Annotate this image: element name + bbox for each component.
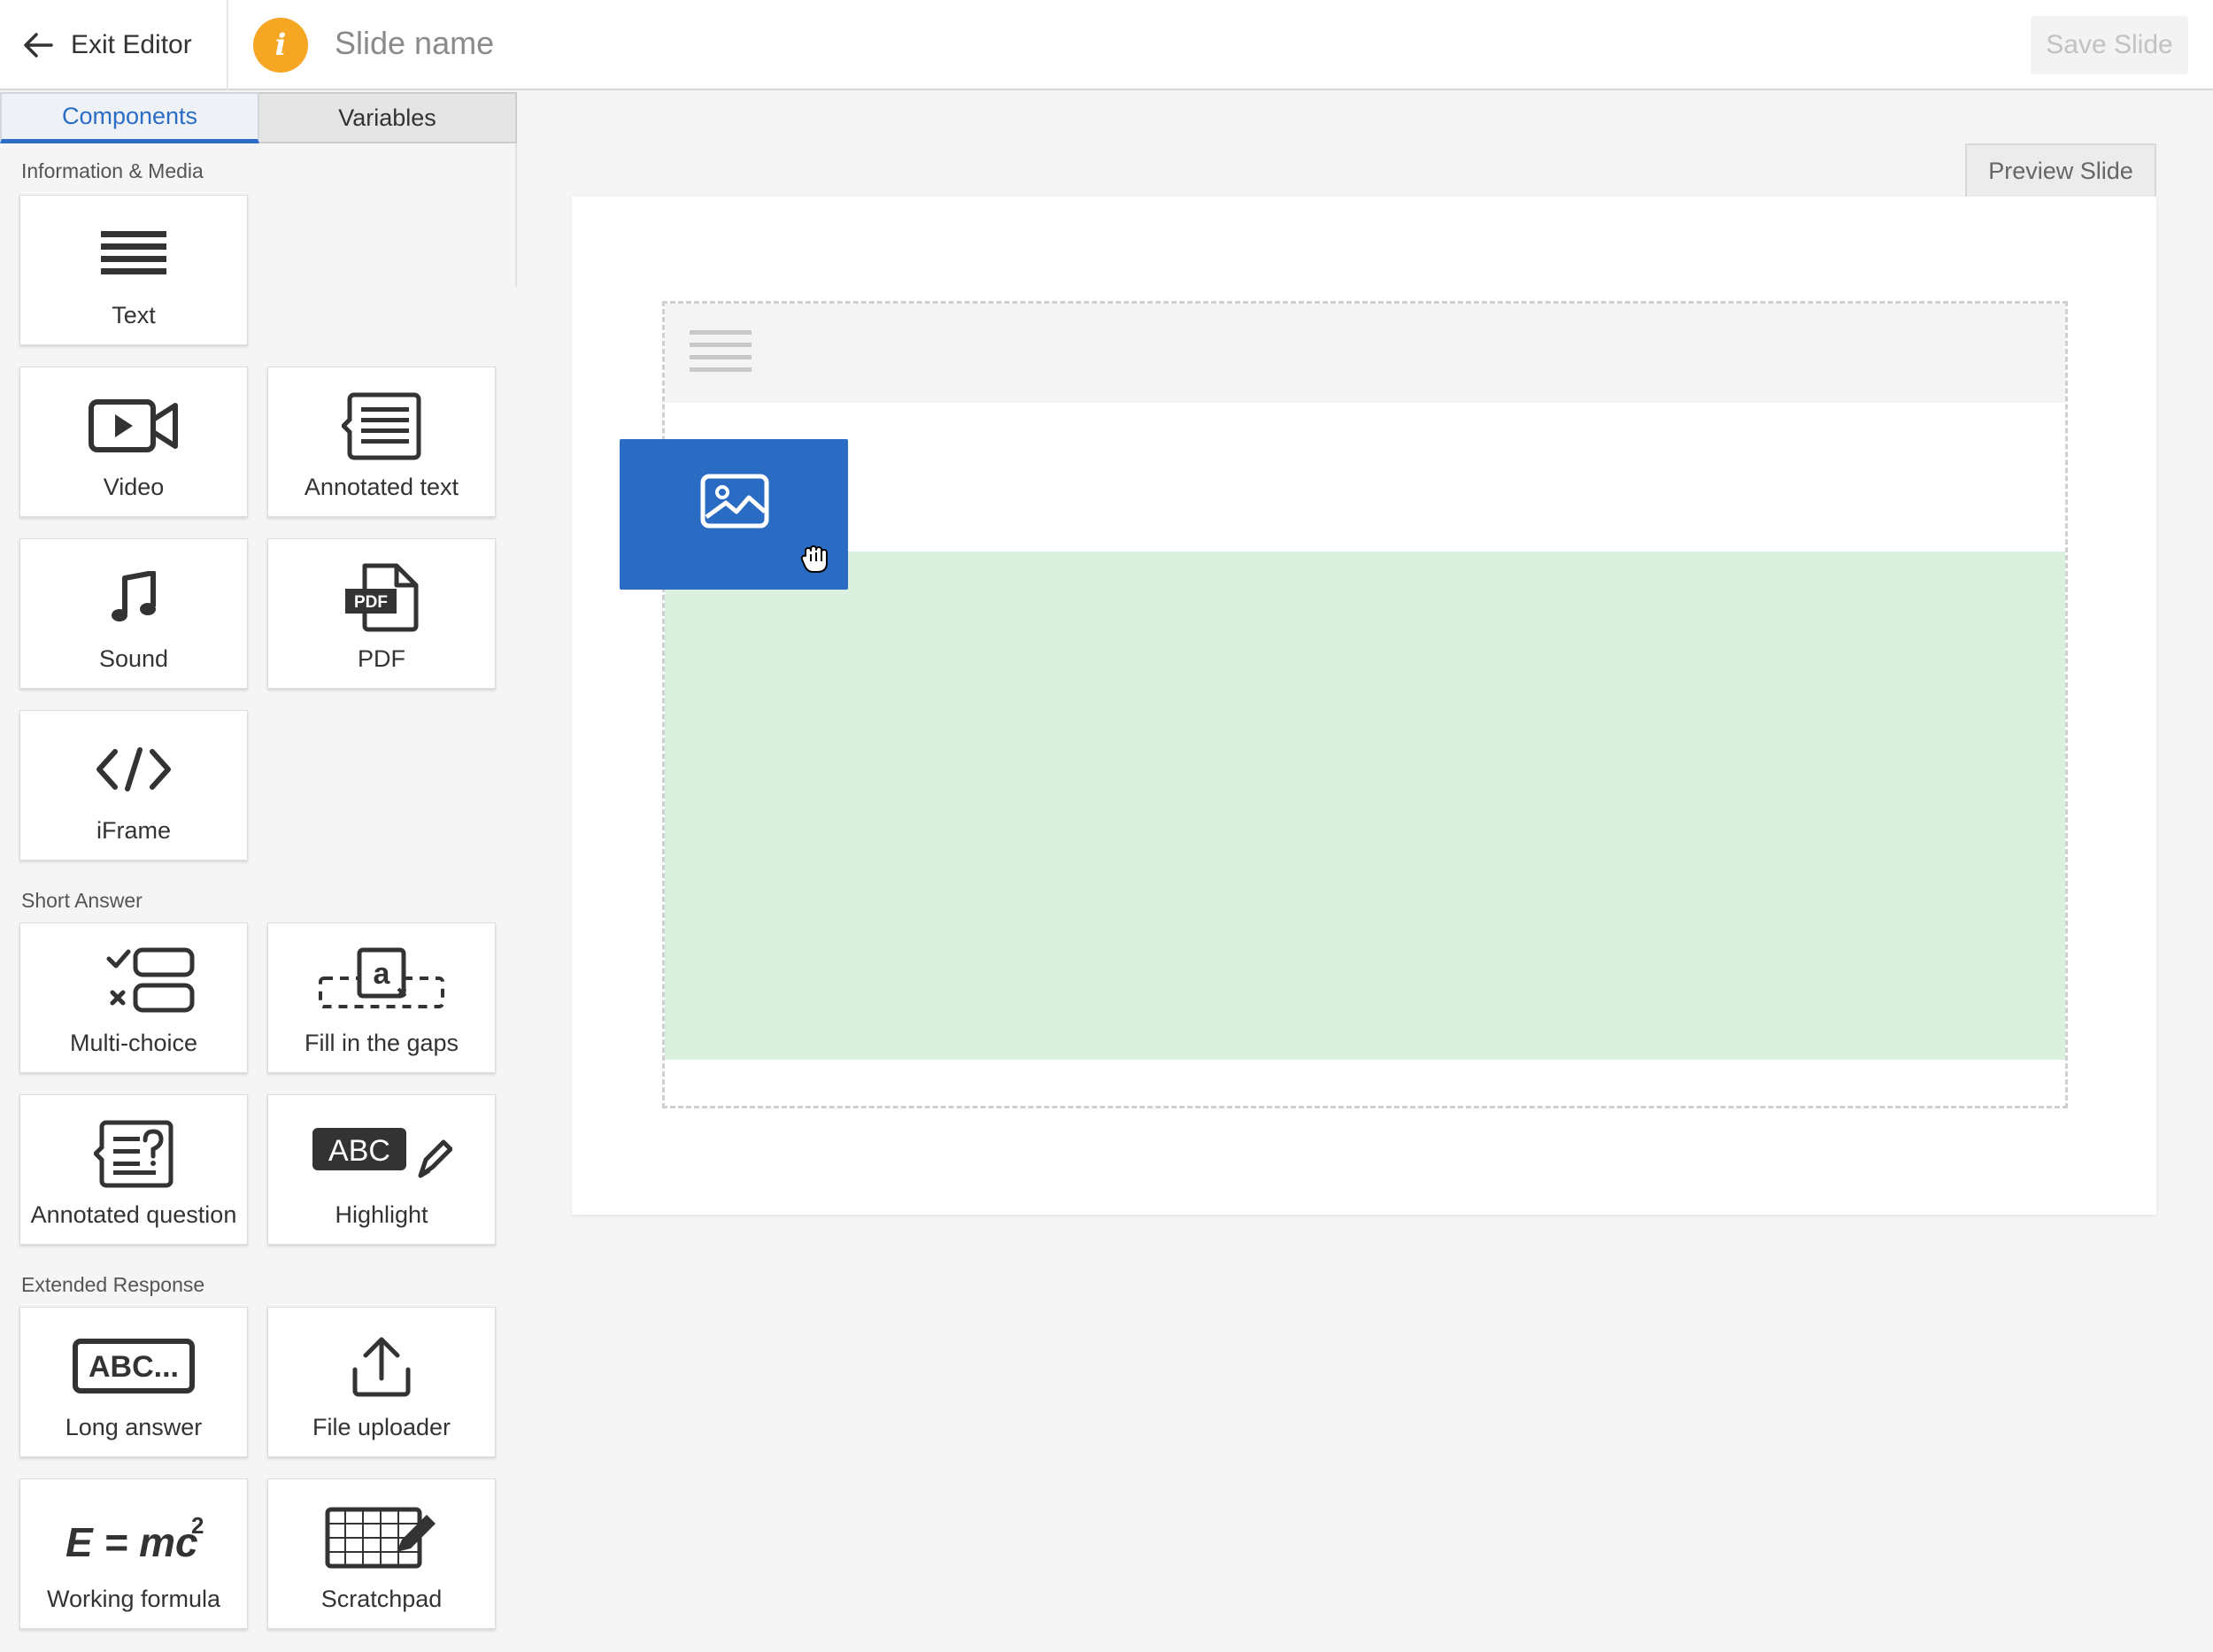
- dragged-image-component[interactable]: [620, 439, 848, 590]
- top-bar: Exit Editor i Slide name Save Slide: [0, 0, 2213, 90]
- component-fill-in-the-gaps[interactable]: a Fill in the gaps: [267, 922, 496, 1073]
- annotated-text-icon: [342, 392, 421, 460]
- layout-dropzone[interactable]: [662, 301, 2068, 1108]
- component-label: Sound: [98, 645, 169, 672]
- fill-gaps-icon: a: [319, 947, 444, 1008]
- exit-editor-label: Exit Editor: [71, 30, 192, 59]
- multi-choice-icon: [106, 947, 195, 1013]
- text-block-placeholder[interactable]: [665, 304, 2065, 403]
- component-pdf[interactable]: PDF PDF: [267, 538, 496, 689]
- fill-gaps-letter: a: [374, 957, 391, 991]
- formula-icon: E = mc 2: [66, 1512, 204, 1565]
- component-label: iFrame: [96, 817, 171, 844]
- component-label: Highlight: [335, 1201, 428, 1228]
- section-title-extended-response: Extended Response: [21, 1273, 205, 1296]
- component-label: Video: [103, 474, 165, 500]
- component-text[interactable]: Text: [19, 195, 248, 345]
- pdf-file-icon: PDF: [345, 563, 419, 632]
- component-file-uploader[interactable]: File uploader: [267, 1307, 496, 1457]
- component-scratchpad[interactable]: Scratchpad: [267, 1478, 496, 1629]
- highlight-abc-icon: ABC: [312, 1128, 452, 1178]
- preview-slide-button[interactable]: Preview Slide: [1965, 143, 2156, 197]
- component-label: Scratchpad: [320, 1586, 443, 1612]
- component-label: Annotated text: [304, 474, 459, 500]
- component-label: Working formula: [46, 1586, 221, 1612]
- sidebar-tabs: Components Variables: [0, 92, 517, 143]
- component-label: File uploader: [312, 1414, 451, 1440]
- annotated-question-icon: [94, 1120, 173, 1188]
- components-sidebar: Components Variables Information & Media…: [0, 92, 517, 1652]
- text-lines-icon: [101, 231, 166, 274]
- music-note-icon: [112, 571, 156, 621]
- pdf-badge-text: PDF: [354, 593, 388, 612]
- component-long-answer[interactable]: ABC... Long answer: [19, 1307, 248, 1457]
- component-highlight[interactable]: ABC Highlight: [267, 1094, 496, 1245]
- info-icon[interactable]: i: [253, 18, 308, 73]
- component-label: Long answer: [65, 1414, 203, 1440]
- component-sound[interactable]: Sound: [19, 538, 248, 689]
- video-camera-icon: [89, 399, 178, 452]
- upload-icon: [352, 1337, 411, 1397]
- component-label: PDF: [358, 645, 405, 672]
- component-label: Annotated question: [30, 1201, 237, 1228]
- code-brackets-icon: [96, 747, 171, 791]
- component-label: Multi-choice: [69, 1030, 198, 1056]
- component-label: Text: [112, 302, 156, 328]
- arrow-left-icon: [24, 33, 53, 58]
- exit-editor-button[interactable]: Exit Editor: [23, 18, 192, 73]
- grab-hand-icon: [800, 545, 828, 573]
- component-annotated-text[interactable]: Annotated text: [267, 367, 496, 517]
- component-annotated-question[interactable]: Annotated question: [19, 1094, 248, 1245]
- text-lines-icon: [690, 330, 752, 372]
- long-answer-icon: ABC...: [73, 1339, 195, 1393]
- component-working-formula[interactable]: E = mc 2 Working formula: [19, 1478, 248, 1629]
- long-answer-text: ABC...: [89, 1350, 179, 1384]
- save-slide-button[interactable]: Save Slide: [2031, 16, 2188, 74]
- header-divider: [227, 0, 228, 90]
- slide-name-title[interactable]: Slide name: [335, 25, 494, 62]
- component-label: Fill in the gaps: [304, 1030, 459, 1056]
- drop-target-highlight[interactable]: [665, 552, 2065, 1060]
- section-title-information-media: Information & Media: [21, 159, 204, 182]
- formula-exponent: 2: [191, 1512, 204, 1539]
- formula-text: E = mc: [66, 1519, 198, 1565]
- tab-variables[interactable]: Variables: [259, 92, 517, 143]
- component-iframe[interactable]: iFrame: [19, 710, 248, 861]
- slide-canvas: [572, 197, 2156, 1215]
- highlight-abc-text: ABC: [328, 1134, 390, 1168]
- component-multi-choice[interactable]: Multi-choice: [19, 922, 248, 1073]
- section-title-short-answer: Short Answer: [21, 889, 143, 912]
- image-icon: [700, 474, 769, 529]
- sidebar-divider: [515, 143, 517, 287]
- tab-components[interactable]: Components: [0, 92, 259, 143]
- component-video[interactable]: Video: [19, 367, 248, 517]
- scratchpad-icon: [325, 1507, 436, 1569]
